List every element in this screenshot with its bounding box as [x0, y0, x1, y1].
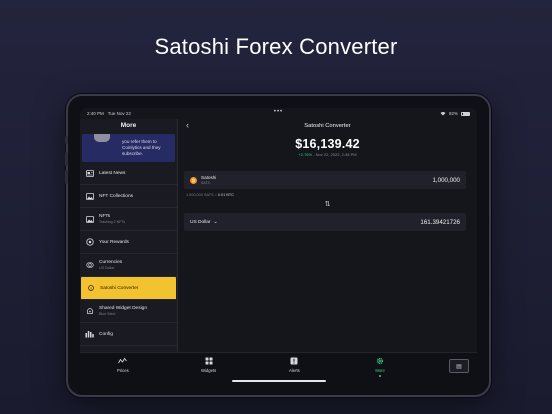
- home-indicator[interactable]: [231, 380, 326, 382]
- widget-design-icon: [85, 307, 94, 315]
- wallet-icon[interactable]: ▤: [449, 359, 469, 373]
- multitasking-dots-icon[interactable]: •••: [274, 109, 283, 115]
- satoshi-icon: s: [86, 284, 95, 292]
- sidebar-item-satoshi-converter[interactable]: s Satoshi Converter: [81, 277, 176, 300]
- bitcoin-icon: ₿: [190, 176, 197, 184]
- sidebar-item-label: Currencies: [99, 260, 123, 265]
- sidebar-item-your-rewards[interactable]: Your Rewards: [80, 231, 177, 254]
- tab-more[interactable]: More: [337, 353, 423, 385]
- tab-prices[interactable]: Prices: [80, 353, 166, 385]
- sidebar-item-nfts[interactable]: NFTs Tracking 2 NFTs: [80, 208, 177, 231]
- battery-percent: 82%: [448, 111, 458, 116]
- sidebar-item-sub: US Dollar: [99, 266, 115, 270]
- svg-text:s: s: [90, 286, 92, 290]
- sidebar-item-label: Config: [99, 331, 113, 337]
- sidebar-item-label: Latest News: [99, 170, 126, 176]
- sidebar: More you refer them to Coinlytics and th…: [80, 119, 178, 352]
- tab-label: More: [375, 368, 385, 373]
- ipad-frame: 2:40 PM Tue Nov 22 ••• 82% More you refe…: [65, 94, 491, 397]
- converted-value: 161.39421726: [420, 218, 460, 226]
- currency-output-row[interactable]: US Dollar ⌄ 161.39421726: [184, 213, 466, 231]
- alerts-icon: [290, 357, 298, 366]
- sidebar-item-config[interactable]: Config: [80, 323, 177, 346]
- status-bar: 2:40 PM Tue Nov 22 ••• 82%: [80, 108, 477, 119]
- rewards-icon: [85, 238, 94, 246]
- conversion-ratio: 1,000,000 SATS = 0.01 BTC: [186, 193, 234, 197]
- from-name: Satoshi: [201, 175, 217, 180]
- news-icon: [85, 169, 94, 177]
- screen: 2:40 PM Tue Nov 22 ••• 82% More you refe…: [80, 108, 477, 385]
- status-date: Tue Nov 22: [107, 111, 131, 116]
- active-tab-dot: [379, 374, 382, 377]
- change-percent: +2.76%: [298, 152, 313, 157]
- back-chevron-icon[interactable]: ‹: [186, 120, 189, 130]
- sidebar-item-shared-widget-design[interactable]: Shared Widget Design Blue Steel: [80, 300, 177, 323]
- sidebar-item-label: Satoshi Converter: [100, 285, 139, 291]
- sidebar-item-label: NFT Collections: [99, 193, 134, 199]
- currency-selector[interactable]: US Dollar: [190, 220, 211, 225]
- sidebar-title: More: [120, 122, 137, 129]
- sidebar-item-currencies[interactable]: Currencies US Dollar: [80, 254, 177, 277]
- device-button: [65, 152, 68, 166]
- prices-icon: [118, 357, 128, 366]
- sidebar-item-latest-news[interactable]: Latest News: [80, 162, 177, 185]
- from-ticker: SATS: [201, 181, 210, 185]
- widgets-icon: [205, 357, 213, 366]
- headline: Satoshi Forex Converter: [154, 34, 398, 59]
- device-button: [65, 136, 68, 144]
- sidebar-item-label: Your Rewards: [99, 239, 129, 245]
- change-date: - Nov 22, 2022, 2:38 PM: [313, 152, 357, 157]
- image-icon: [85, 192, 94, 200]
- sidebar-item-sub: Tracking 2 NFTs: [99, 220, 126, 224]
- battery-icon: [461, 111, 470, 116]
- page-title: Satoshi Converter: [304, 123, 351, 129]
- sidebar-item-sub: Blue Steel: [99, 312, 116, 316]
- sidebar-item-nft-collections[interactable]: NFT Collections: [80, 185, 177, 208]
- nav-bar: ‹ Satoshi Converter: [178, 119, 477, 133]
- ratio-value: 0.01 BTC: [217, 193, 234, 197]
- btc-price: $16,139.42: [295, 137, 360, 151]
- status-time: 2:40 PM: [87, 111, 104, 116]
- converter-panel: ‹ Satoshi Converter $16,139.42 +2.76% - …: [178, 119, 477, 352]
- tab-label: Alerts: [289, 368, 300, 373]
- promo-text: you refer them to Coinlytics and they su…: [122, 139, 161, 156]
- sidebar-item-label: Shared Widget Design: [99, 306, 147, 311]
- tab-label: Widgets: [201, 368, 217, 373]
- tab-bar: Prices Widgets Alerts More ▤: [80, 352, 477, 385]
- tab-label: Prices: [117, 368, 129, 373]
- satoshi-input-row[interactable]: ₿ Satoshi SATS 1,000,000: [184, 171, 466, 189]
- hand-icon: [94, 134, 110, 142]
- device-button: [65, 170, 68, 184]
- price-change: +2.76% - Nov 22, 2022, 2:38 PM: [178, 152, 477, 157]
- ratio-prefix: 1,000,000 SATS =: [186, 193, 217, 197]
- chevron-down-icon[interactable]: ⌄: [214, 219, 218, 225]
- swap-arrows-icon[interactable]: ⇅: [325, 200, 331, 208]
- config-icon: [85, 330, 94, 338]
- gear-icon: [376, 357, 384, 366]
- currencies-icon: [85, 261, 94, 269]
- referral-promo-card[interactable]: you refer them to Coinlytics and they su…: [82, 134, 175, 162]
- wifi-icon: [440, 111, 446, 117]
- sidebar-item-label: NFTs: [99, 214, 111, 219]
- satoshi-amount-input[interactable]: 1,000,000: [432, 177, 460, 184]
- image-icon: [85, 215, 94, 223]
- tab-spacer: ▤: [423, 353, 477, 385]
